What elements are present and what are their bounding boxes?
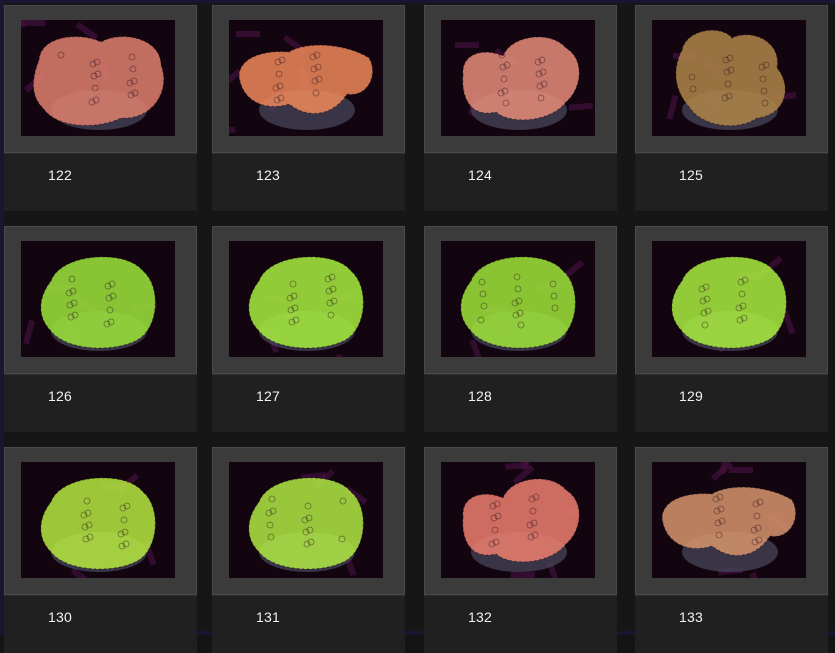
coral-photo[interactable] xyxy=(229,20,383,136)
thumbnail-frame[interactable] xyxy=(212,447,405,595)
item-number-label[interactable]: 126 xyxy=(48,388,72,404)
item-number-label[interactable]: 127 xyxy=(256,388,280,404)
coral-image xyxy=(229,20,383,136)
item-number-label[interactable]: 125 xyxy=(679,167,703,183)
coral-photo[interactable] xyxy=(229,241,383,357)
card-caption: 129 xyxy=(635,374,828,432)
coral-photo[interactable] xyxy=(441,462,595,578)
thumbnail-frame[interactable] xyxy=(635,447,828,595)
card-caption: 122 xyxy=(4,153,197,211)
card-caption: 131 xyxy=(212,595,405,653)
coral-photo[interactable] xyxy=(652,241,806,357)
thumbnail-frame[interactable] xyxy=(635,226,828,374)
item-number-label[interactable]: 130 xyxy=(48,609,72,625)
item-number-label[interactable]: 133 xyxy=(679,609,703,625)
coral-photo[interactable] xyxy=(21,20,175,136)
coral-image xyxy=(229,241,383,357)
item-number-label[interactable]: 128 xyxy=(468,388,492,404)
item-number-label[interactable]: 129 xyxy=(679,388,703,404)
gallery-card[interactable]: 133 xyxy=(635,447,828,653)
gallery-card[interactable]: 123 xyxy=(212,5,405,211)
gallery-card[interactable]: 128 xyxy=(424,226,617,432)
card-caption: 130 xyxy=(4,595,197,653)
gallery-card[interactable]: 126 xyxy=(4,226,197,432)
card-caption: 133 xyxy=(635,595,828,653)
card-caption: 123 xyxy=(212,153,405,211)
thumbnail-frame[interactable] xyxy=(635,5,828,153)
gallery-card[interactable]: 130 xyxy=(4,447,197,653)
thumbnail-frame[interactable] xyxy=(424,447,617,595)
coral-image xyxy=(229,462,383,578)
gallery-card[interactable]: 122 xyxy=(4,5,197,211)
gallery-card[interactable]: 129 xyxy=(635,226,828,432)
item-number-label[interactable]: 131 xyxy=(256,609,280,625)
coral-image xyxy=(652,462,806,578)
gallery-container: 122 123 124 125 126 127 128 129 130 131 132 133 xyxy=(0,0,835,635)
coral-image xyxy=(441,462,595,578)
coral-photo[interactable] xyxy=(441,241,595,357)
thumbnail-frame[interactable] xyxy=(212,226,405,374)
coral-image xyxy=(652,20,806,136)
card-caption: 125 xyxy=(635,153,828,211)
card-caption: 126 xyxy=(4,374,197,432)
thumbnail-frame[interactable] xyxy=(424,5,617,153)
card-caption: 132 xyxy=(424,595,617,653)
gallery-card[interactable]: 125 xyxy=(635,5,828,211)
card-caption: 124 xyxy=(424,153,617,211)
thumbnail-frame[interactable] xyxy=(424,226,617,374)
thumbnail-frame[interactable] xyxy=(4,447,197,595)
item-number-label[interactable]: 132 xyxy=(468,609,492,625)
thumbnail-frame[interactable] xyxy=(4,5,197,153)
coral-shape xyxy=(34,37,164,126)
item-number-label[interactable]: 123 xyxy=(256,167,280,183)
item-number-label[interactable]: 122 xyxy=(48,167,72,183)
gallery-card[interactable]: 124 xyxy=(424,5,617,211)
coral-photo[interactable] xyxy=(21,241,175,357)
thumbnail-frame[interactable] xyxy=(212,5,405,153)
card-caption: 127 xyxy=(212,374,405,432)
coral-photo[interactable] xyxy=(21,462,175,578)
gallery-card[interactable]: 127 xyxy=(212,226,405,432)
thumbnail-frame[interactable] xyxy=(4,226,197,374)
coral-photo[interactable] xyxy=(652,20,806,136)
item-number-label[interactable]: 124 xyxy=(468,167,492,183)
coral-photo[interactable] xyxy=(229,462,383,578)
coral-image xyxy=(21,241,175,357)
coral-image xyxy=(21,20,175,136)
coral-image xyxy=(21,462,175,578)
coral-photo[interactable] xyxy=(441,20,595,136)
gallery-card[interactable]: 131 xyxy=(212,447,405,653)
card-caption: 128 xyxy=(424,374,617,432)
gallery-card[interactable]: 132 xyxy=(424,447,617,653)
coral-image xyxy=(652,241,806,357)
coral-photo[interactable] xyxy=(652,462,806,578)
coral-image xyxy=(441,20,595,136)
coral-image xyxy=(441,241,595,357)
